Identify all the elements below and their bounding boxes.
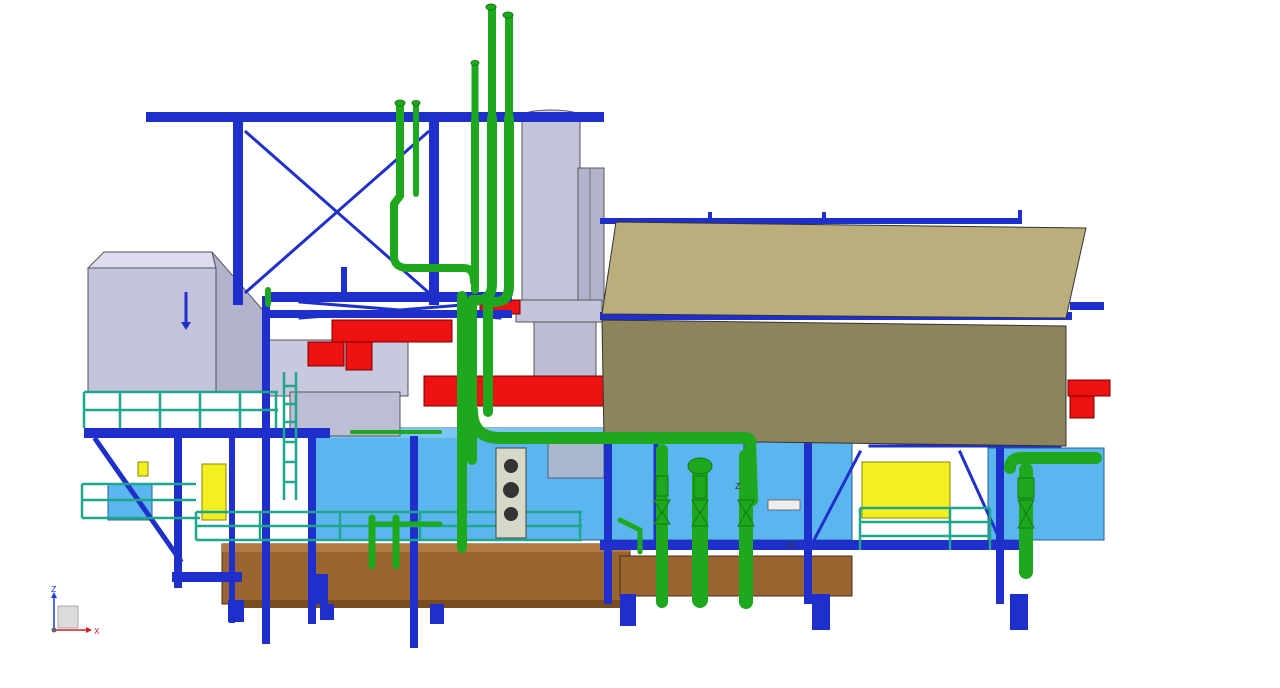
triad-x-label: X xyxy=(94,627,100,636)
triad-z-label: Z xyxy=(51,585,57,594)
exhaust-stack xyxy=(515,109,605,393)
z-axis-marker: Z xyxy=(735,482,741,491)
pump-assembly xyxy=(495,447,527,539)
coordinate-triad: Z X xyxy=(51,585,100,636)
xc-axis-marker: XC xyxy=(786,541,797,550)
cad-viewport[interactable]: Z XC Z X xyxy=(0,0,1280,688)
roof-panels xyxy=(601,221,1087,447)
